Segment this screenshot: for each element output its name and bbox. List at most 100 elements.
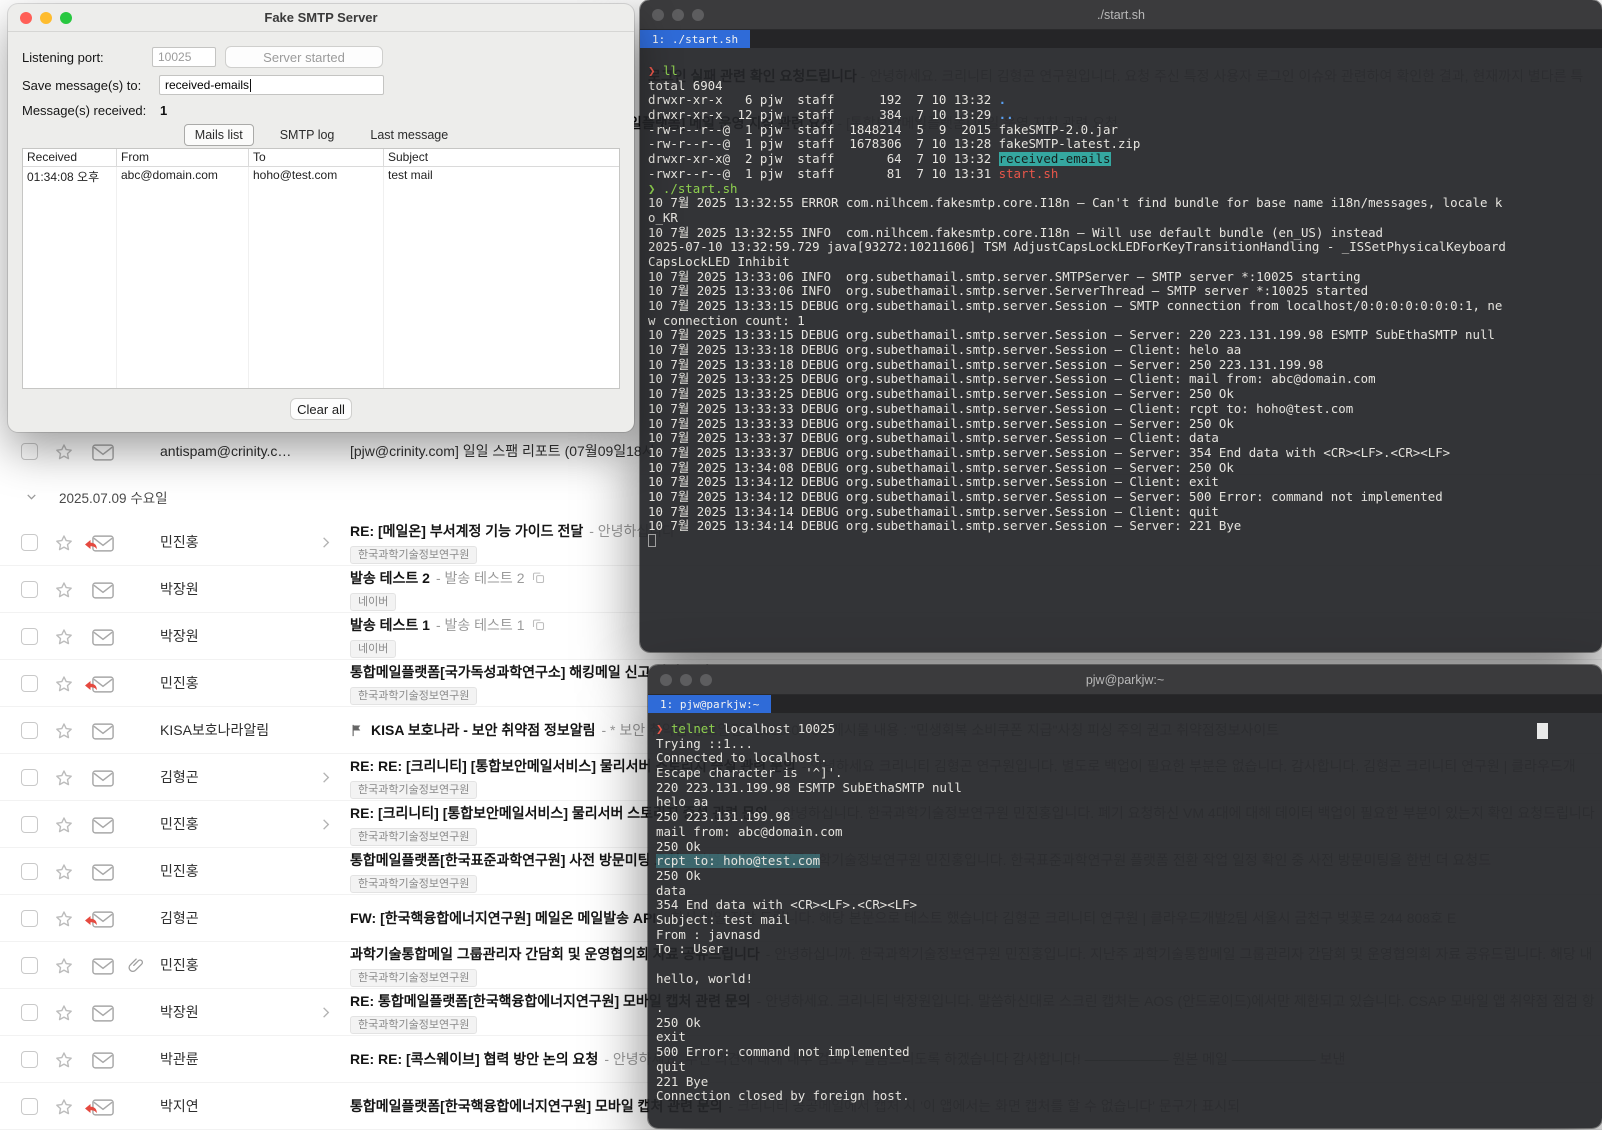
row-checkbox[interactable] [21,1004,38,1021]
star-icon[interactable] [54,442,74,462]
envelope-icon [92,582,114,599]
tab-last-message[interactable]: Last message [360,125,458,145]
server-started-button[interactable]: Server started [225,46,383,68]
mail-subject: 발송 테스트 2 [350,569,430,586]
star-icon[interactable] [54,627,74,647]
envelope-replied-icon [85,535,114,552]
terminal-line: 10 7월 2025 13:34:12 DEBUG org.subethamai… [648,475,1219,490]
row-checkbox[interactable] [21,863,38,880]
table-header[interactable]: Received From To Subject [23,149,619,167]
envelope-icon [92,723,114,740]
close-button[interactable] [660,674,672,686]
copy-icon[interactable] [531,617,546,632]
terminal-line: -rwxr--r--@ 1 pjw staff 81 7 10 13:31 st… [648,166,1059,181]
terminal-window-telnet: pjw@parkjw:~ 1: pjw@parkjw:~ ❯ telnet lo… [648,665,1602,1128]
window-title: Fake SMTP Server [264,10,378,25]
listening-port-label: Listening port: [22,50,104,65]
terminal-line: 250 Ok [656,868,701,883]
col-to[interactable]: To [249,149,384,166]
row-checkbox[interactable] [21,628,38,645]
close-button[interactable] [20,12,32,24]
terminal2-tab[interactable]: 1: pjw@parkjw:~ [648,695,772,713]
star-icon[interactable] [54,533,74,553]
terminal-line: 250 Ok [656,1015,701,1030]
date-separator[interactable]: 2025.07.09 수요일 [0,474,640,519]
collapse-caret-icon[interactable] [24,489,39,504]
row-checkbox[interactable] [21,675,38,692]
terminal1-output[interactable]: ❯ ll total 6904 drwxr-xr-x 6 pjw staff 192… [640,48,1602,652]
port-input[interactable]: 10025 [152,47,216,67]
org-tag: 네이버 [350,639,397,658]
row-checkbox[interactable] [21,816,38,833]
terminal-line: 10 7월 2025 13:34:14 DEBUG org.subethamai… [648,504,1219,519]
thread-expand-icon[interactable] [318,535,333,550]
table-empty-area [23,184,619,388]
date-label: 2025.07.09 수요일 [59,490,168,506]
envelope-icon [92,864,114,881]
terminal-line: 10 7월 2025 13:33:25 DEBUG org.subethamai… [648,387,1234,402]
row-checkbox[interactable] [21,957,38,974]
table-row[interactable]: 01:34:08 오후 abc@domain.com hoho@test.com… [23,167,619,184]
terminal1-tab[interactable]: 1: ./start.sh [640,30,751,48]
terminal-line: Subject: test mail [656,912,791,927]
smtp-tabs: Mails list SMTP log Last message [8,124,634,146]
org-tag: 한국과학기술정보연구원 [350,1015,478,1034]
col-subject[interactable]: Subject [384,149,619,166]
star-icon[interactable] [54,815,74,835]
star-icon[interactable] [54,956,74,976]
thread-expand-icon[interactable] [318,770,333,785]
star-icon[interactable] [54,674,74,694]
row-checkbox[interactable] [21,443,38,460]
star-icon[interactable] [54,1097,74,1117]
row-checkbox[interactable] [21,534,38,551]
mail-preview: - 발송 테스트 2 [435,569,525,586]
terminal1-titlebar[interactable]: ./start.sh [640,0,1602,30]
minimize-button[interactable] [672,9,684,21]
copy-icon[interactable] [531,570,546,585]
thread-expand-icon[interactable] [318,1005,333,1020]
row-checkbox[interactable] [21,581,38,598]
star-icon[interactable] [54,1003,74,1023]
terminal-line: mail from: abc@domain.com [656,824,843,839]
terminal-line: 10 7월 2025 13:33:25 DEBUG org.subethamai… [648,372,1376,387]
row-checkbox[interactable] [21,722,38,739]
cell-received: 01:34:08 오후 [23,167,117,184]
star-icon[interactable] [54,862,74,882]
row-checkbox[interactable] [21,910,38,927]
minimize-button[interactable] [680,674,692,686]
tab-mails-list[interactable]: Mails list [183,124,254,146]
star-icon[interactable] [54,721,74,741]
terminal-line: ❯ ./start.sh [648,181,738,196]
close-button[interactable] [652,9,664,21]
mail-subject: 통합메일플랫폼[한국표준과학연구원] 사전 방문미팅 요청 [350,851,681,868]
zoom-button[interactable] [692,9,704,21]
terminal-line: ❯ telnet localhost 10025 [656,722,836,736]
star-icon[interactable] [54,768,74,788]
star-icon[interactable] [54,1050,74,1070]
tab-smtp-log[interactable]: SMTP log [270,125,345,145]
row-checkbox[interactable] [21,1051,38,1068]
terminal-line: ❯ ll [648,64,678,78]
row-checkbox[interactable] [21,1098,38,1115]
zoom-button[interactable] [60,12,72,24]
col-received[interactable]: Received [23,149,117,166]
clear-all-button[interactable]: Clear all [290,398,352,420]
star-icon[interactable] [54,909,74,929]
terminal2-output[interactable]: ❯ telnet localhost 10025 Trying ::1... Con… [648,713,1602,1128]
terminal2-titlebar[interactable]: pjw@parkjw:~ [648,665,1602,695]
terminal-line: 10 7월 2025 13:33:06 INFO org.subethamail… [648,269,1361,284]
thread-expand-icon[interactable] [318,817,333,832]
star-icon[interactable] [54,580,74,600]
smtp-titlebar[interactable]: Fake SMTP Server [8,4,634,32]
cell-subject: test mail [388,168,433,182]
envelope-replied-icon [85,911,114,928]
minimize-button[interactable] [40,12,52,24]
row-checkbox[interactable] [21,769,38,786]
col-from[interactable]: From [117,149,249,166]
save-to-input[interactable]: received-emails [159,75,384,95]
terminal-window-startsh: ./start.sh 1: ./start.sh ❯ ll total 6904 d… [640,0,1602,652]
mails-table[interactable]: Received From To Subject 01:34:08 오후 abc… [22,148,620,389]
zoom-button[interactable] [700,674,712,686]
terminal-line: 10 7월 2025 13:33:18 DEBUG org.subethamai… [648,343,1242,358]
